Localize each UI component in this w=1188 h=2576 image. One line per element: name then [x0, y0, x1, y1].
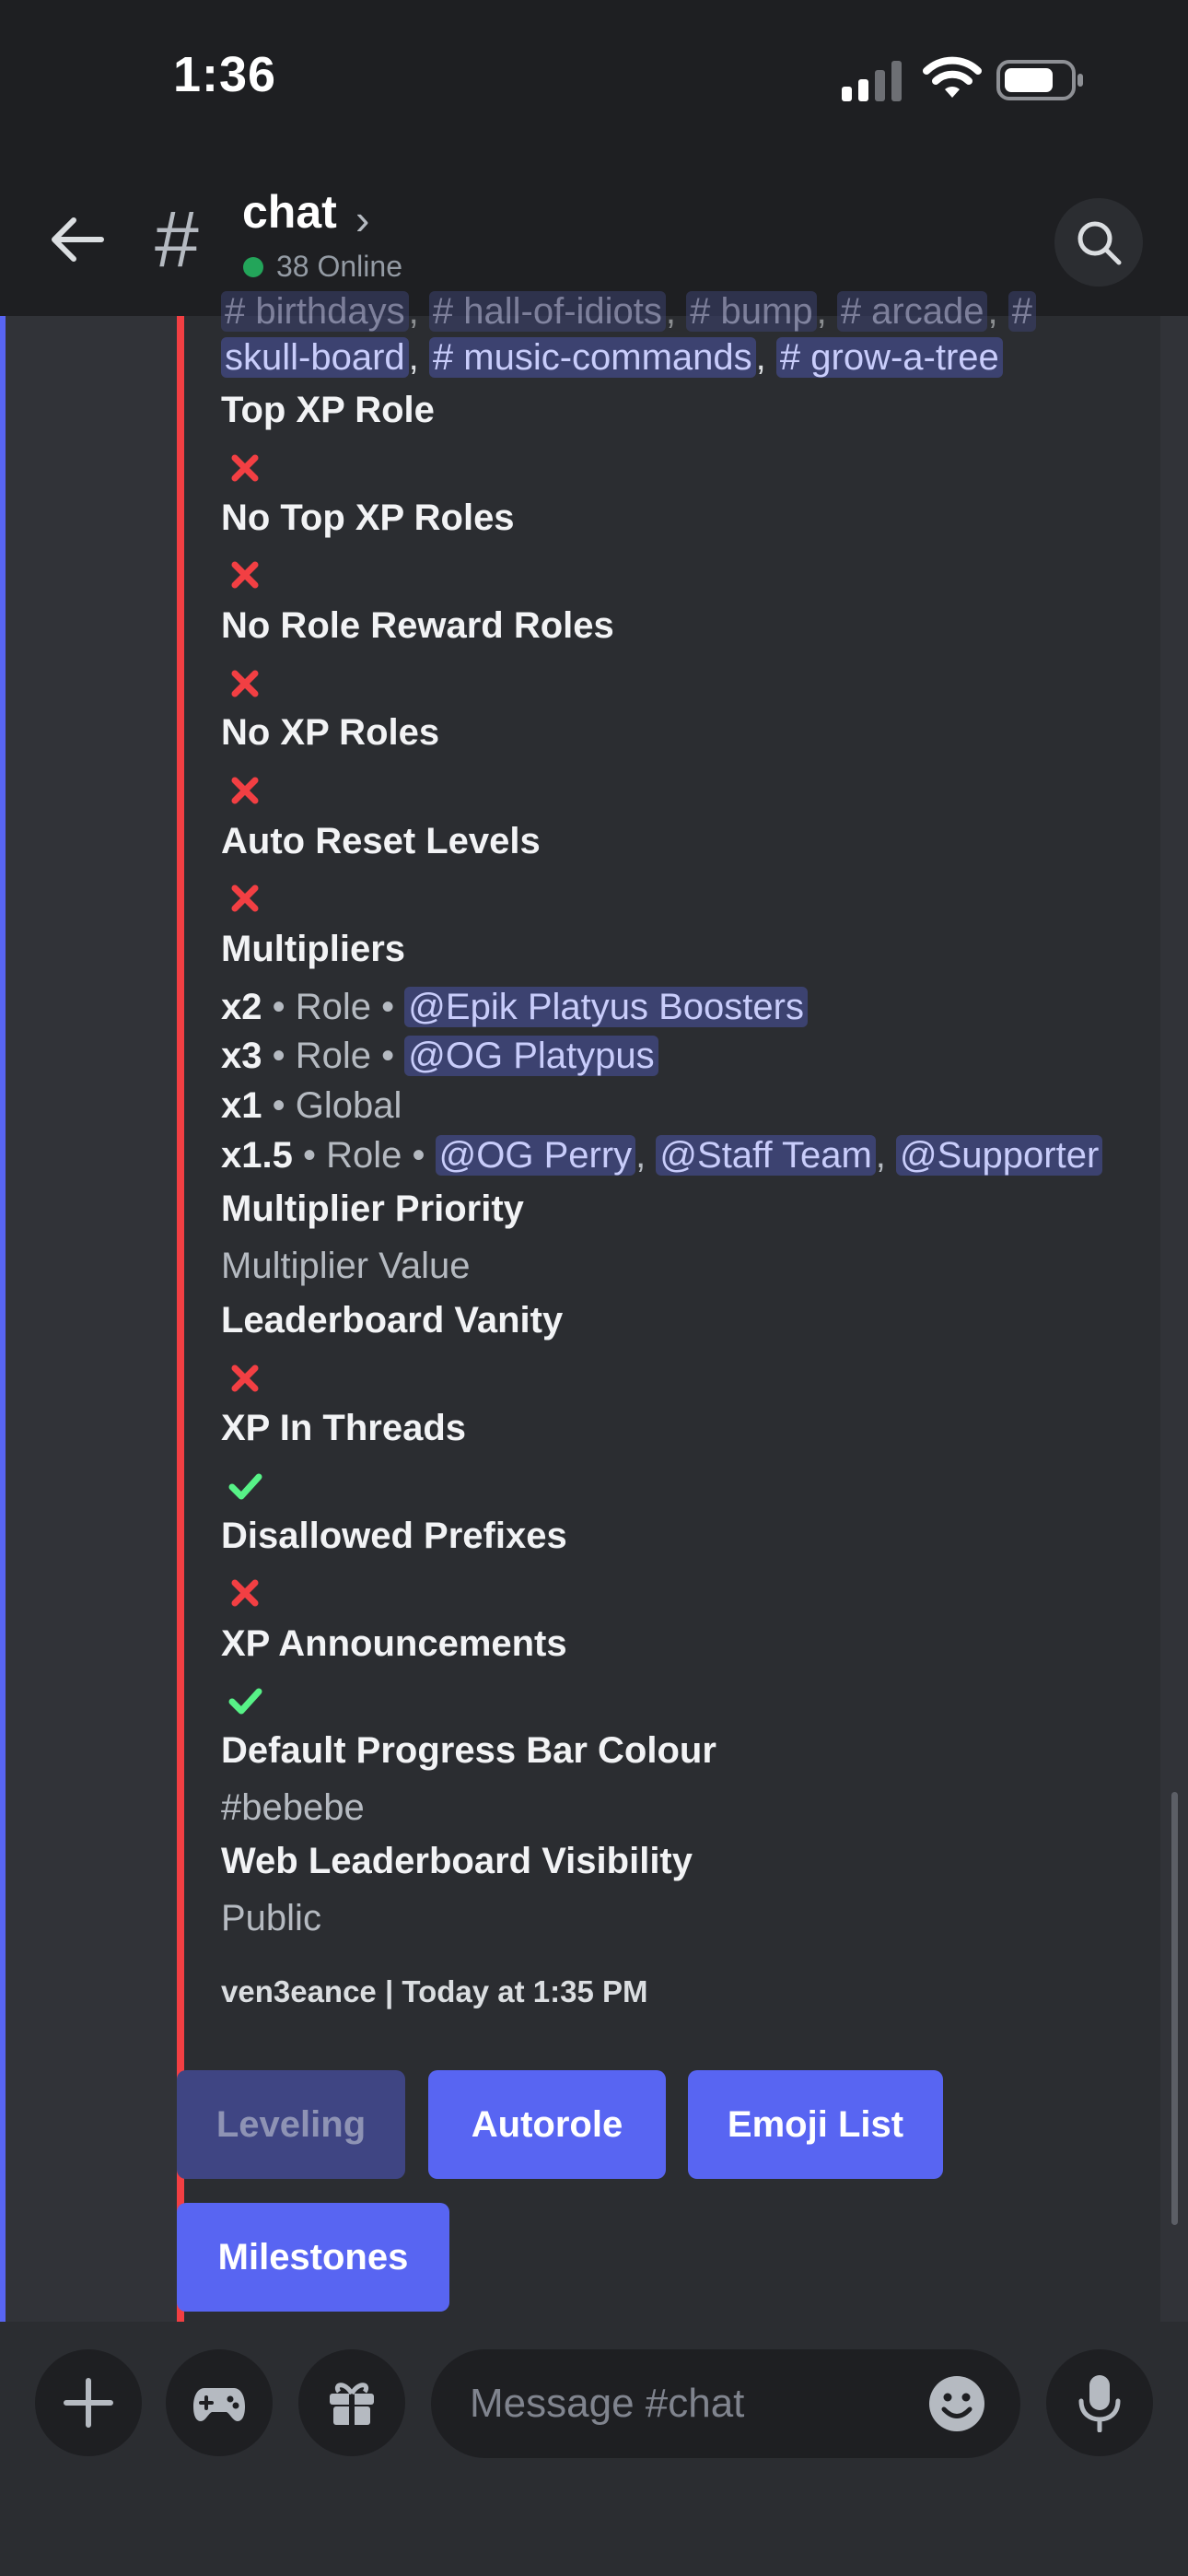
check-mark-icon — [221, 1462, 269, 1510]
leveling-button[interactable]: Leveling — [177, 2070, 405, 2179]
embed-footer: ven3eance | Today at 1:35 PM — [221, 1974, 648, 2008]
channel-hash-icon: # — [155, 195, 199, 284]
cross-mark-icon — [221, 1354, 269, 1402]
field-leaderboard-vanity: Leaderboard Vanity — [221, 1300, 564, 1341]
field-top-xp-role: Top XP Role — [221, 390, 435, 430]
gift-icon — [330, 2383, 374, 2425]
field-web-leaderboard-visibility-value: Public — [221, 1898, 321, 1938]
unread-accent-bar — [0, 316, 6, 2322]
search-icon — [1077, 221, 1122, 265]
activities-button[interactable] — [166, 2349, 273, 2456]
field-default-progress-bar-colour: Default Progress Bar Colour — [221, 1730, 716, 1771]
field-no-role-reward-roles: No Role Reward Roles — [221, 605, 614, 646]
status-bar: 1:36 — [0, 0, 1188, 161]
role-mention[interactable]: @OG Perry — [435, 1135, 636, 1176]
field-disallowed-prefixes: Disallowed Prefixes — [221, 1516, 567, 1556]
cross-mark-icon — [221, 660, 269, 708]
gamepad-icon — [193, 2388, 245, 2421]
channel-mention-skull-board[interactable]: skull-board — [221, 337, 409, 378]
chevron-right-icon[interactable]: › — [355, 194, 369, 244]
plus-icon — [64, 2378, 113, 2428]
role-mention[interactable]: @OG Platypus — [404, 1036, 658, 1076]
channel-mention[interactable]: # birthdays — [221, 291, 409, 332]
field-web-leaderboard-visibility: Web Leaderboard Visibility — [221, 1841, 693, 1881]
cellular-signal-icon — [842, 61, 902, 101]
multiplier-row: x3 • Role • @OG Platypus — [221, 1036, 658, 1077]
message-input[interactable]: Message #chat — [431, 2349, 1020, 2458]
field-auto-reset-levels: Auto Reset Levels — [221, 821, 541, 861]
multiplier-row: x2 • Role • @Epik Platyus Boosters — [221, 987, 808, 1028]
microphone-icon — [1078, 2375, 1121, 2432]
channel-mention[interactable]: # bump — [686, 291, 817, 332]
channel-mention-grow-a-tree[interactable]: # grow-a-tree — [775, 337, 1003, 378]
add-attachment-button[interactable] — [35, 2349, 142, 2456]
message-placeholder: Message #chat — [470, 2381, 745, 2426]
field-no-top-xp-roles: No Top XP Roles — [221, 498, 515, 538]
gift-button[interactable] — [298, 2349, 405, 2456]
field-xp-announcements: XP Announcements — [221, 1623, 567, 1664]
cross-mark-icon — [221, 1569, 269, 1617]
check-mark-icon — [221, 1677, 269, 1725]
cross-mark-icon — [221, 874, 269, 922]
emoji-list-button[interactable]: Emoji List — [688, 2070, 943, 2179]
cross-mark-icon — [221, 444, 269, 492]
voice-message-button[interactable] — [1046, 2349, 1153, 2456]
multiplier-row: x1.5 • Role • @OG Perry, @Staff Team, @S… — [221, 1135, 1103, 1177]
back-arrow-icon[interactable] — [46, 209, 107, 270]
channels-line-2: skull-board, # music-commands, # grow-a-… — [221, 332, 1003, 383]
cross-mark-icon — [221, 551, 269, 599]
cross-mark-icon — [221, 767, 269, 814]
search-button[interactable] — [1054, 198, 1143, 287]
channel-mention[interactable]: # arcade — [836, 291, 988, 332]
autorole-button[interactable]: Autorole — [428, 2070, 666, 2179]
scrollbar[interactable] — [1171, 1792, 1178, 2225]
message-composer: Message #chat — [0, 2322, 1188, 2576]
field-no-xp-roles: No XP Roles — [221, 712, 440, 753]
online-status-dot — [243, 257, 263, 277]
field-multiplier-priority: Multiplier Priority — [221, 1188, 524, 1229]
channel-name[interactable]: chat — [242, 185, 337, 239]
wifi-icon — [923, 56, 982, 98]
channel-mention-music-commands[interactable]: # music-commands — [428, 337, 756, 378]
field-multipliers: Multipliers — [221, 929, 406, 969]
battery-icon — [996, 60, 1083, 100]
field-default-progress-bar-colour-value: #bebebe — [221, 1787, 365, 1828]
status-time: 1:36 — [173, 47, 277, 102]
channel-mention[interactable]: # — [1007, 291, 1036, 332]
channels-line-1: # birthdays, # hall-of-idiots, # bump, #… — [221, 286, 1036, 337]
online-count: 38 Online — [276, 250, 402, 283]
role-mention[interactable]: @Supporter — [896, 1135, 1103, 1176]
field-xp-in-threads: XP In Threads — [221, 1408, 467, 1448]
milestones-button[interactable]: Milestones — [177, 2203, 449, 2312]
field-multiplier-priority-value: Multiplier Value — [221, 1246, 471, 1286]
role-mention[interactable]: @Staff Team — [656, 1135, 876, 1176]
multiplier-row: x1 • Global — [221, 1085, 402, 1126]
role-mention[interactable]: @Epik Platyus Boosters — [404, 987, 808, 1027]
emoji-picker-icon[interactable] — [928, 2375, 985, 2432]
channel-mention[interactable]: # hall-of-idiots — [428, 291, 666, 332]
